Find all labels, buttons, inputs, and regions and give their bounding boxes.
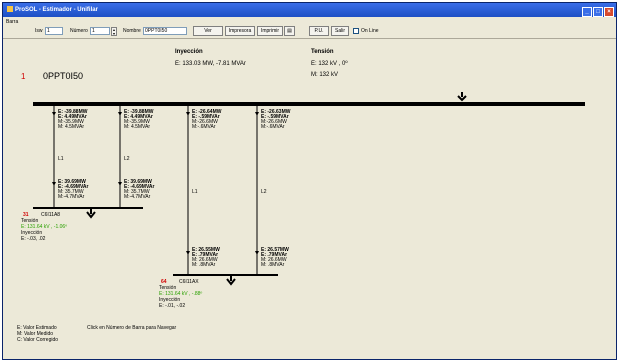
impresora-button[interactable]: Impresora <box>225 26 255 36</box>
branch-3-line-label: L1 <box>192 189 198 195</box>
single-line-diagram: 1 0PPT0I50 Inyección E: 133.03 MW, -7.81… <box>3 39 616 361</box>
numero-field[interactable]: 1 <box>90 27 110 35</box>
numero-stepper[interactable]: ▴ ▾ <box>111 27 117 36</box>
salir-button[interactable]: Salir <box>331 26 349 36</box>
main-bus-number[interactable]: 1 <box>21 72 25 81</box>
branch-4-bottom-m-mvar: M: .8MVAr <box>261 262 285 268</box>
sub-bus-2-inyeccion-value: E: -.01, -.02 <box>159 303 186 309</box>
branch-2-line-label: L2 <box>124 156 130 162</box>
app-window: ProSOL - Estimador - Unifilar _ □ × Barra … <box>2 2 617 360</box>
ver-button[interactable]: Ver <box>193 26 223 36</box>
imprimir-button[interactable]: Imprimir <box>257 26 283 36</box>
close-icon[interactable]: × <box>604 7 614 17</box>
isw-field[interactable]: 1 <box>45 27 63 35</box>
legend-corregido: C: Valor Corregido <box>17 337 59 343</box>
branch-1-top-m-mvar: M: 4.5MVAr <box>58 124 85 130</box>
app-icon <box>7 6 13 12</box>
main-busbar <box>33 102 585 106</box>
inyeccion-title: Inyección <box>175 49 203 55</box>
tension-title: Tensión <box>311 49 334 55</box>
branch-4-line-label: L2 <box>261 189 267 195</box>
sub-bus-1-inyeccion-value: E: -.03, .02 <box>21 236 46 242</box>
branch-3-bottom-m-mvar: M: .8MVAr <box>192 262 216 268</box>
sub-busbar-2 <box>173 274 278 276</box>
pu-button[interactable]: P.U. <box>309 26 329 36</box>
maximize-icon[interactable]: □ <box>593 7 603 17</box>
window-title: ProSOL - Estimador - Unifilar <box>15 7 98 13</box>
main-bus-name: 0PPT0I50 <box>43 71 84 81</box>
inyeccion-value: E: 133.03 MW, -7.81 MVAr <box>175 61 246 67</box>
minimize-icon[interactable]: _ <box>582 7 592 17</box>
branch-2-bottom-m-mvar: M:-4.7MVAr <box>124 194 151 200</box>
navigation-hint: Click en Número de Barra para Navegar <box>87 325 177 331</box>
printer-icon[interactable]: ▤ <box>284 26 295 36</box>
numero-label: Número <box>70 28 88 34</box>
nombre-label: Nombre <box>123 28 141 34</box>
branch-2-top-m-mvar: M: 4.5MVAr <box>124 124 151 130</box>
sub-bus-2-arrow-icon <box>226 276 236 286</box>
title-bar: ProSOL - Estimador - Unifilar _ □ × <box>3 3 616 17</box>
toolbar: Barra Isw 1 Número 1 ▴ ▾ Nombre 0PPT0I50 … <box>3 17 616 39</box>
sub-busbar-1 <box>33 207 143 209</box>
tension-e-value: E: 132 kV , 0º <box>311 61 348 67</box>
online-label: On Line <box>361 28 379 34</box>
branch-3-top-m-mvar: M:-.6MVAr <box>192 124 216 130</box>
nombre-field[interactable]: 0PPT0I50 <box>143 27 187 35</box>
sub-bus-2-name: C6I11AX <box>179 279 199 285</box>
branch-4-top-m-mvar: M:-.6MVAr <box>261 124 285 130</box>
barra-label: Barra <box>6 19 19 25</box>
sub-bus-1-name: C6I11A8 <box>41 212 61 218</box>
main-bus-arrow-icon <box>457 92 467 102</box>
online-checkbox[interactable] <box>353 28 359 34</box>
branch-1-bottom-m-mvar: M:-4.7MVAr <box>58 194 85 200</box>
sub-bus-1-arrow-icon <box>86 209 96 219</box>
diagram-lines <box>33 92 585 286</box>
isw-label: Isw <box>35 28 43 34</box>
tension-m-value: M: 132 kV <box>311 72 339 78</box>
branch-1-line-label: L1 <box>58 156 64 162</box>
